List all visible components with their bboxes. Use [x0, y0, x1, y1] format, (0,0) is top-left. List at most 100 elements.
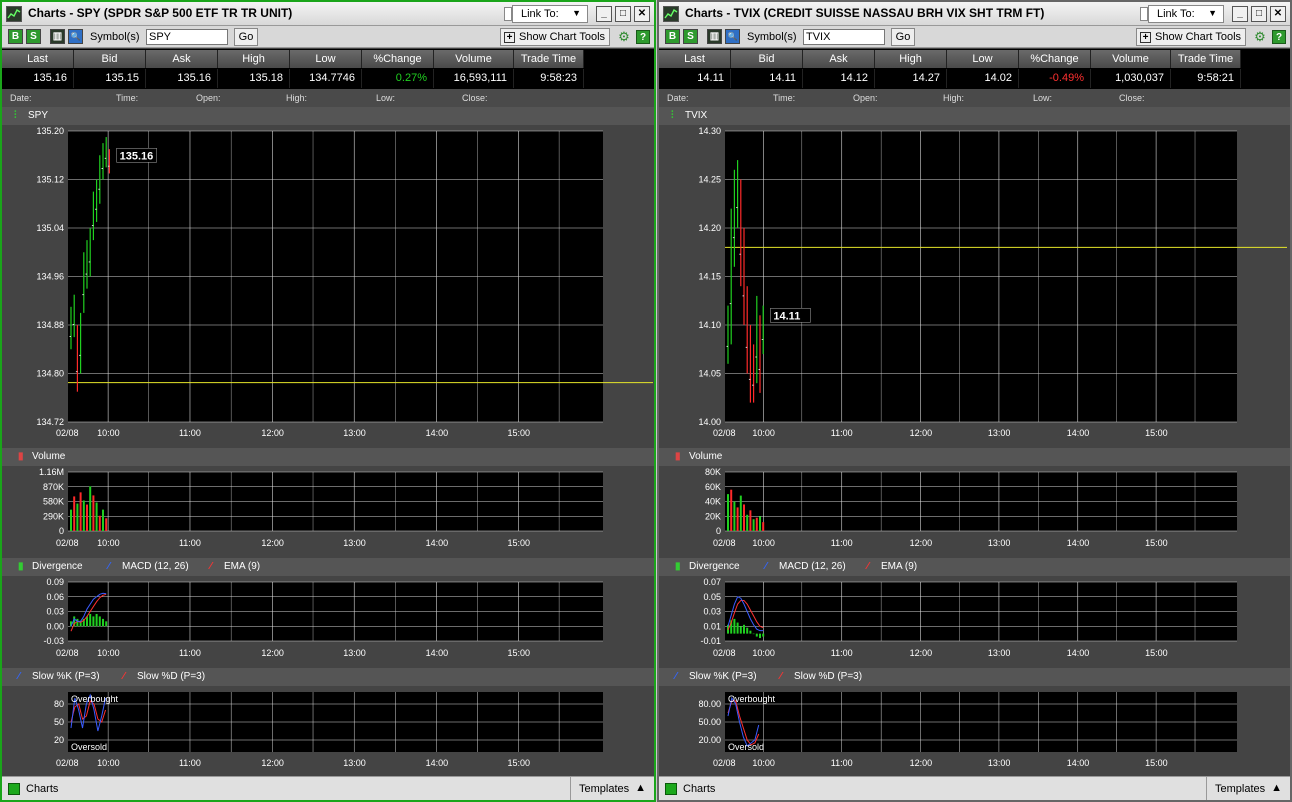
- sell-button[interactable]: S: [683, 29, 698, 44]
- y-axis-tick-label: 1.16M: [39, 467, 64, 477]
- volume-bar: [739, 495, 742, 531]
- show-chart-tools-button[interactable]: + Show Chart Tools: [1136, 28, 1247, 46]
- settings-wrench-icon[interactable]: ⚙: [616, 29, 632, 45]
- volume-chart[interactable]: 80K 60K 40K 20K 0 02/08 10:00 11:00 12:00 13:00 14…: [659, 466, 1290, 566]
- y-axis-tick-label: 60K: [705, 482, 721, 492]
- symbol-input[interactable]: [146, 29, 228, 45]
- volume-bar: [70, 509, 72, 531]
- quote-header: High: [875, 50, 947, 68]
- show-chart-tools-button[interactable]: + Show Chart Tools: [500, 28, 611, 46]
- ohlc-info-row: Date: Time: Open: High: Low: Close:: [2, 89, 654, 107]
- x-axis-tick-label: 14:00: [426, 648, 449, 658]
- help-icon[interactable]: ?: [636, 30, 650, 44]
- templates-button[interactable]: Templates ▲: [570, 777, 654, 800]
- x-axis-tick-label: 13:00: [343, 428, 366, 438]
- macd-legend: MACD (12, 26): [122, 561, 189, 572]
- volume-bar: [92, 495, 95, 531]
- maximize-button[interactable]: □: [1251, 6, 1267, 22]
- symbol-lookup-icon[interactable]: 🔍: [725, 29, 740, 44]
- volume-legend: Volume: [689, 451, 723, 462]
- help-icon[interactable]: ?: [1272, 30, 1286, 44]
- quote-header: %Change: [362, 50, 434, 68]
- go-button[interactable]: Go: [891, 28, 915, 46]
- symbol-label: Symbol(s): [90, 31, 140, 43]
- y-axis-tick-label: 134.96: [36, 272, 64, 282]
- stochastic-chart[interactable]: 80.00 50.00 20.00 Overbought Oversold 02/08 10…: [659, 686, 1290, 786]
- volume-bar: [76, 503, 79, 531]
- quote-value: 135.16: [146, 69, 218, 88]
- resize-handle[interactable]: [1140, 7, 1148, 21]
- macd-chart[interactable]: 0.09 0.06 0.03 0.00 -0.03 02/08 10:00 11:00 12:0…: [2, 576, 654, 676]
- chart-window-spy[interactable]: Charts - SPY (SPDR S&P 500 ETF TR TR UNI…: [0, 0, 656, 802]
- link-to-dropdown[interactable]: Link To: ▼: [512, 5, 588, 23]
- close-button[interactable]: ✕: [634, 6, 650, 22]
- x-axis-tick-label: 15:00: [507, 758, 530, 768]
- price-chart[interactable]: 14.30 14.25 14.20 14.15 14.10 14.05 14.00 14.11…: [659, 125, 1290, 445]
- window-title: Charts - SPY (SPDR S&P 500 ETF TR TR UNI…: [28, 6, 293, 20]
- candlestick-icon: ⫶: [14, 110, 17, 121]
- status-bar: Charts Templates ▲: [2, 776, 654, 800]
- chart-toolbar: BS ▥🔍 Symbol(s) Go + Show Chart Tools ⚙?: [659, 26, 1290, 48]
- quote-table: Last 135.16 Bid 135.15 Ask 135.16 High 135.18 Lo…: [2, 49, 654, 89]
- close-button[interactable]: ✕: [1270, 6, 1286, 22]
- symbol-lookup-icon[interactable]: 🔍: [68, 29, 83, 44]
- chart-type-icon[interactable]: ▥: [707, 29, 722, 44]
- divergence-bar: [759, 633, 761, 639]
- x-axis-tick-label: 10:00: [752, 648, 775, 658]
- resize-handle[interactable]: [504, 7, 512, 21]
- buy-button[interactable]: B: [665, 29, 680, 44]
- volume-bar: [727, 494, 729, 531]
- sell-button[interactable]: S: [26, 29, 41, 44]
- volume-bar: [759, 516, 761, 531]
- minimize-button[interactable]: _: [1232, 6, 1248, 22]
- x-axis-tick-label: 11:00: [831, 648, 853, 658]
- link-to-dropdown[interactable]: Link To: ▼: [1148, 5, 1224, 23]
- volume-bar: [98, 515, 101, 531]
- volume-legend: Volume: [32, 451, 66, 462]
- symbol-input[interactable]: [803, 29, 885, 45]
- quote-value: 16,593,111: [434, 69, 514, 88]
- title-bar[interactable]: Charts - TVIX (CREDIT SUISSE NASSAU BRH …: [659, 2, 1290, 26]
- ohlc-label: Open:: [853, 93, 878, 103]
- x-axis-tick-label: 02/08: [713, 648, 736, 658]
- volume-bar: [746, 514, 749, 531]
- chart-type-icon[interactable]: ▥: [50, 29, 65, 44]
- quote-header: Low: [947, 50, 1019, 68]
- quote-table: Last 14.11 Bid 14.11 Ask 14.12 High 14.27 Low 14.…: [659, 49, 1290, 89]
- x-axis-tick-label: 11:00: [831, 538, 853, 548]
- macd-chart[interactable]: 0.07 0.05 0.03 0.01 -0.01 02/08 10:00 11:00 12:0…: [659, 576, 1290, 676]
- y-axis-tick-label: 14.05: [698, 369, 721, 379]
- link-to-label: Link To:: [521, 8, 559, 20]
- y-axis-tick-label: 20K: [705, 511, 721, 521]
- chart-window-tvix[interactable]: Charts - TVIX (CREDIT SUISSE NASSAU BRH …: [657, 0, 1292, 802]
- x-axis-tick-label: 11:00: [179, 758, 201, 768]
- last-price-label: 135.16: [120, 150, 154, 162]
- chevron-down-icon: ▼: [1208, 8, 1217, 18]
- templates-button[interactable]: Templates ▲: [1206, 777, 1290, 800]
- go-button[interactable]: Go: [234, 28, 258, 46]
- price-chart[interactable]: 135.20 135.12 135.04 134.96 134.88 134.80 134.…: [2, 125, 654, 445]
- minimize-button[interactable]: _: [596, 6, 612, 22]
- x-axis-tick-label: 13:00: [988, 648, 1011, 658]
- settings-wrench-icon[interactable]: ⚙: [1252, 29, 1268, 45]
- buy-button[interactable]: B: [8, 29, 23, 44]
- maximize-button[interactable]: □: [615, 6, 631, 22]
- quote-value: 14.27: [875, 69, 947, 88]
- window-title: Charts - TVIX (CREDIT SUISSE NASSAU BRH …: [685, 6, 1045, 20]
- volume-bar: [743, 504, 745, 531]
- ema-line-icon: ⁄: [867, 561, 869, 572]
- x-axis-tick-label: 14:00: [1067, 538, 1090, 548]
- divergence-bar: [762, 633, 765, 637]
- histogram-icon: ▮: [675, 561, 681, 572]
- stochastic-chart[interactable]: 80 50 20 Overbought Oversold 02/08 10:00 11:00 1…: [2, 686, 654, 786]
- divergence-bar: [76, 618, 79, 627]
- volume-chart[interactable]: 1.16M 870K 580K 290K 0 02/08 10:00 11:00 12:00 13…: [2, 466, 654, 566]
- y-axis-tick-label: 290K: [43, 511, 64, 521]
- x-axis-tick-label: 10:00: [752, 538, 775, 548]
- plus-icon: +: [1140, 32, 1151, 43]
- volume-bar: [82, 500, 85, 531]
- x-axis-tick-label: 13:00: [343, 758, 366, 768]
- show-chart-tools-label: Show Chart Tools: [1155, 31, 1242, 43]
- title-bar[interactable]: Charts - SPY (SPDR S&P 500 ETF TR TR UNI…: [2, 2, 654, 26]
- quote-value: 135.18: [218, 69, 290, 88]
